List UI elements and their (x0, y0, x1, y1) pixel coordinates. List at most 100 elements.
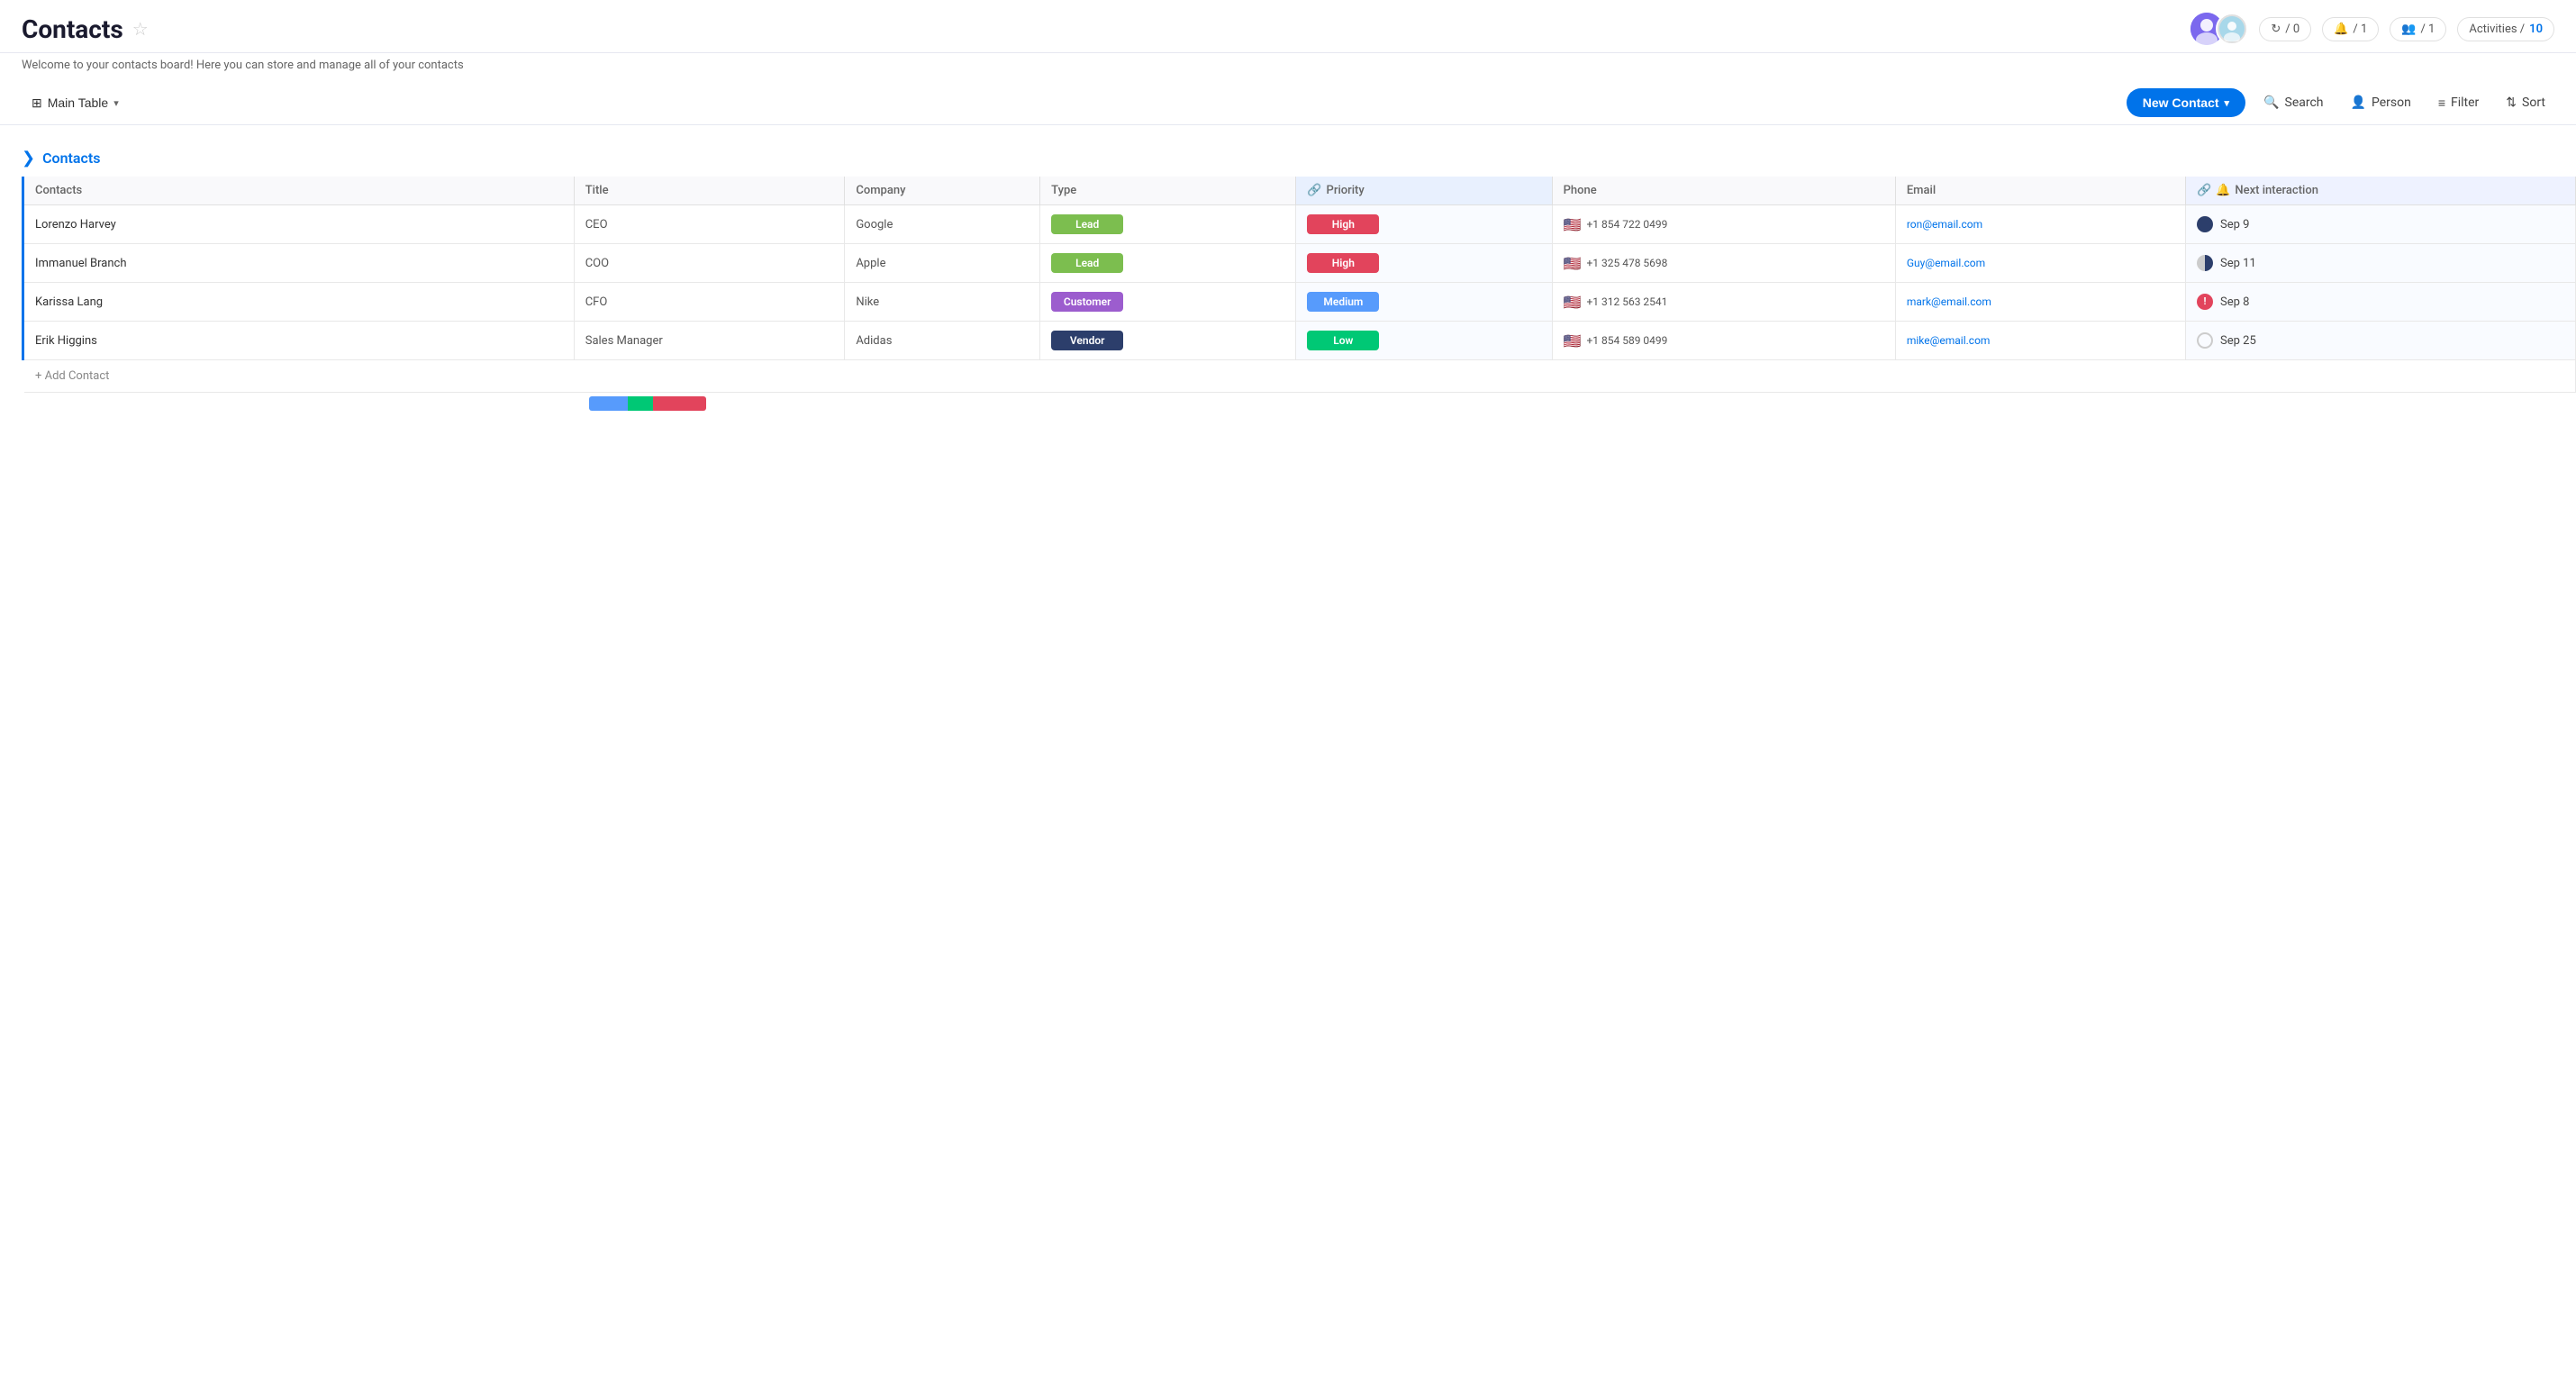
contact-name: Erik Higgins (35, 334, 97, 348)
email-cell: mark@email.com (1895, 283, 2185, 322)
person-icon: 👤 (2351, 95, 2366, 110)
add-contact-row[interactable]: + Add Contact (23, 360, 2576, 393)
add-contact-cell[interactable]: + Add Contact (23, 360, 2576, 393)
phone-cell: 🇺🇸 +1 325 478 5698 (1552, 244, 1895, 283)
person-action[interactable]: 👤 Person (2342, 90, 2420, 115)
email-cell: mike@email.com (1895, 322, 2185, 360)
search-icon: 🔍 (2263, 95, 2279, 110)
bell-icon: 🔔 (2216, 184, 2230, 197)
col-next-interaction[interactable]: 🔗 🔔 Next interaction (2186, 177, 2576, 205)
users-stat[interactable]: 👥 / 1 (2390, 17, 2446, 41)
email-link[interactable]: mark@email.com (1907, 295, 1991, 308)
company-cell: Nike (845, 283, 1040, 322)
phone-number: +1 312 563 2541 (1586, 295, 1667, 308)
col-type[interactable]: Type (1040, 177, 1296, 205)
link-icon: 🔗 (1307, 184, 1321, 197)
type-badge: Lead (1051, 253, 1123, 273)
type-cell[interactable]: Lead (1040, 244, 1296, 283)
priority-badge: High (1307, 253, 1379, 273)
group-header: ❯ Contacts (22, 143, 2576, 177)
priority-cell[interactable]: Low (1296, 322, 1552, 360)
table-row[interactable]: Karissa Lang 💬 CFO Nike Customer Medium … (23, 283, 2576, 322)
type-cell[interactable]: Customer (1040, 283, 1296, 322)
interaction-date: Sep 9 (2220, 218, 2249, 231)
page-subtitle: Welcome to your contacts board! Here you… (0, 53, 2576, 81)
flag-icon: 🇺🇸 (1564, 216, 1582, 233)
priority-badge: Low (1307, 331, 1379, 350)
toolbar-left: ⊞ Main Table ▾ (22, 89, 129, 117)
activities-button[interactable]: Activities / 10 (2457, 17, 2554, 41)
flag-icon: 🇺🇸 (1564, 332, 1582, 350)
phone-number: +1 854 589 0499 (1586, 334, 1667, 347)
invites-value: / 1 (2353, 23, 2367, 36)
activities-count: 10 (2529, 23, 2543, 36)
interaction-date: Sep 25 (2220, 334, 2256, 348)
type-badge: Vendor (1051, 331, 1123, 350)
col-email[interactable]: Email (1895, 177, 2185, 205)
notification-cell: Sep 11 (2186, 244, 2576, 283)
type-cell[interactable]: Vendor (1040, 322, 1296, 360)
type-cell[interactable]: Lead (1040, 205, 1296, 244)
table-row[interactable]: Lorenzo Harvey 💬 CEO Google Lead High 🇺🇸… (23, 205, 2576, 244)
col-phone[interactable]: Phone (1552, 177, 1895, 205)
mentions-stat[interactable]: ↻ / 0 (2259, 17, 2311, 41)
chevron-down-icon: ▾ (113, 97, 119, 109)
notification-dot (2197, 255, 2213, 271)
users-icon: 👥 (2401, 23, 2416, 36)
interaction-date: Sep 11 (2220, 257, 2256, 270)
table-row[interactable]: Erik Higgins 💬 Sales Manager Adidas Vend… (23, 322, 2576, 360)
group-chevron-icon[interactable]: ❯ (22, 149, 35, 168)
title-cell: CFO (574, 283, 845, 322)
contact-name-cell: Erik Higgins 💬 (23, 322, 575, 360)
phone-cell: 🇺🇸 +1 312 563 2541 (1552, 283, 1895, 322)
col-title[interactable]: Title (574, 177, 845, 205)
toolbar-right: New Contact ▾ 🔍 Search 👤 Person ≡ Filter… (2127, 88, 2554, 117)
search-action[interactable]: 🔍 Search (2254, 90, 2332, 115)
col-contacts[interactable]: Contacts (23, 177, 575, 205)
phone-cell: 🇺🇸 +1 854 589 0499 (1552, 322, 1895, 360)
contact-name-cell: Immanuel Branch 💬 (23, 244, 575, 283)
notification-cell: ! Sep 8 (2186, 283, 2576, 322)
mentions-value: / 0 (2285, 23, 2299, 36)
group-title: Contacts (42, 150, 100, 167)
title-cell: COO (574, 244, 845, 283)
type-badge: Lead (1051, 214, 1123, 234)
flag-icon: 🇺🇸 (1564, 255, 1582, 272)
notification-dot (2197, 332, 2213, 349)
company-cell: Google (845, 205, 1040, 244)
phone-number: +1 854 722 0499 (1586, 218, 1667, 231)
chevron-down-icon: ▾ (2225, 97, 2230, 109)
priority-badge: High (1307, 214, 1379, 234)
interaction-date: Sep 8 (2220, 295, 2249, 309)
type-badge: Customer (1051, 292, 1123, 312)
favorite-icon[interactable]: ☆ (132, 18, 149, 40)
filter-icon: ≡ (2438, 95, 2445, 111)
priority-cell[interactable]: High (1296, 244, 1552, 283)
invite-icon: 🔔 (2334, 23, 2348, 36)
email-link[interactable]: mike@email.com (1907, 334, 1991, 347)
sort-action[interactable]: ⇅ Sort (2497, 90, 2554, 115)
company-cell: Apple (845, 244, 1040, 283)
phone-cell: 🇺🇸 +1 854 722 0499 (1552, 205, 1895, 244)
contact-name: Karissa Lang (35, 295, 103, 309)
table-area: ❯ Contacts Contacts Title Company Type (0, 143, 2576, 411)
email-cell: Guy@email.com (1895, 244, 2185, 283)
filter-action[interactable]: ≡ Filter (2429, 90, 2488, 116)
priority-cell[interactable]: Medium (1296, 283, 1552, 322)
email-link[interactable]: ron@email.com (1907, 218, 1982, 231)
main-table-button[interactable]: ⊞ Main Table ▾ (22, 89, 129, 117)
users-value: / 1 (2420, 23, 2435, 36)
invites-stat[interactable]: 🔔 / 1 (2322, 17, 2379, 41)
grid-icon: ⊞ (32, 95, 42, 111)
col-company[interactable]: Company (845, 177, 1040, 205)
company-cell: Adidas (845, 322, 1040, 360)
avatar-group (2191, 13, 2248, 45)
contact-name-cell: Lorenzo Harvey 💬 (23, 205, 575, 244)
new-contact-button[interactable]: New Contact ▾ (2127, 88, 2245, 117)
col-priority[interactable]: 🔗 Priority (1296, 177, 1552, 205)
priority-badge: Medium (1307, 292, 1379, 312)
table-row[interactable]: Immanuel Branch 💬 COO Apple Lead High 🇺🇸… (23, 244, 2576, 283)
priority-cell[interactable]: High (1296, 205, 1552, 244)
email-link[interactable]: Guy@email.com (1907, 257, 1985, 269)
phone-number: +1 325 478 5698 (1586, 257, 1667, 269)
